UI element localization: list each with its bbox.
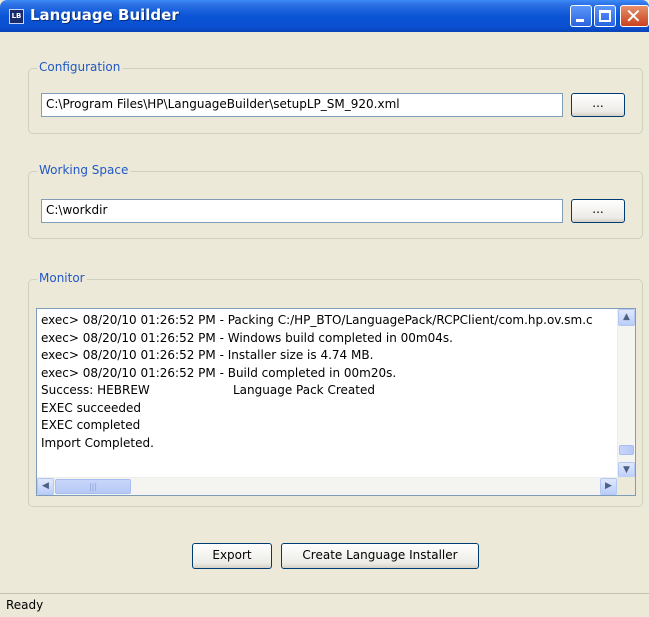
vertical-scrollbar[interactable]: ▲ ▼: [617, 309, 635, 479]
working-space-browse-button[interactable]: ...: [571, 199, 625, 223]
log-line: Success: HEBREW Language Pack Created: [39, 382, 617, 400]
log-line-message: Language Pack Created: [233, 383, 375, 397]
status-text: Ready: [6, 598, 44, 612]
close-button[interactable]: ✕: [620, 4, 649, 28]
minimize-button[interactable]: [570, 5, 592, 27]
maximize-button[interactable]: [594, 5, 616, 27]
log-line: exec> 08/20/10 01:26:52 PM - Windows bui…: [41, 330, 453, 345]
configuration-browse-button[interactable]: ...: [571, 93, 625, 117]
scrollbar-corner: [617, 477, 635, 495]
title-bar[interactable]: LB Language Builder ✕: [0, 0, 649, 32]
log-line: EXEC completed: [41, 418, 141, 432]
maximize-icon: [599, 10, 611, 22]
vertical-scroll-thumb[interactable]: [619, 445, 634, 455]
horizontal-scroll-thumb[interactable]: |||: [55, 479, 131, 494]
configuration-legend: Configuration: [37, 60, 123, 74]
grip-icon: |||: [88, 482, 98, 491]
chevron-down-icon: ▼: [623, 465, 630, 475]
log-line: exec> 08/20/10 01:26:52 PM - Packing C:/…: [41, 313, 593, 327]
working-space-path-input[interactable]: C:\workdir: [41, 199, 563, 223]
monitor-log-lines: exec> 08/20/10 01:26:52 PM - Packing C:/…: [39, 312, 617, 477]
log-line: exec> 08/20/10 01:26:52 PM - Build compl…: [41, 365, 397, 380]
close-icon: ✕: [625, 4, 642, 28]
status-bar: Ready: [0, 593, 649, 617]
log-line: exec> 08/20/10 01:26:52 PM - Installer s…: [41, 348, 374, 362]
scroll-left-button[interactable]: ◀: [37, 478, 54, 495]
export-button[interactable]: Export: [192, 543, 272, 569]
minimize-icon: [576, 19, 584, 22]
create-language-installer-button[interactable]: Create Language Installer: [281, 543, 479, 569]
scroll-right-button[interactable]: ▶: [600, 478, 617, 495]
log-line: EXEC succeeded: [41, 400, 142, 415]
language-builder-window: LB Language Builder ✕ Configuration C:\P…: [0, 0, 649, 617]
scroll-up-button[interactable]: ▲: [618, 309, 635, 326]
log-line-status: Success: HEBREW: [41, 383, 150, 397]
working-space-legend: Working Space: [37, 163, 131, 177]
horizontal-scrollbar[interactable]: ◀ ||| ▶: [37, 477, 617, 495]
chevron-right-icon: ▶: [605, 481, 612, 491]
chevron-up-icon: ▲: [623, 312, 630, 322]
configuration-path-input[interactable]: C:\Program Files\HP\LanguageBuilder\setu…: [41, 93, 563, 117]
log-line: Import Completed.: [41, 435, 154, 450]
app-icon: LB: [9, 9, 24, 24]
monitor-log-area[interactable]: exec> 08/20/10 01:26:52 PM - Packing C:/…: [36, 308, 636, 496]
window-title: Language Builder: [30, 6, 179, 24]
monitor-legend: Monitor: [37, 271, 87, 285]
chevron-left-icon: ◀: [42, 481, 49, 491]
